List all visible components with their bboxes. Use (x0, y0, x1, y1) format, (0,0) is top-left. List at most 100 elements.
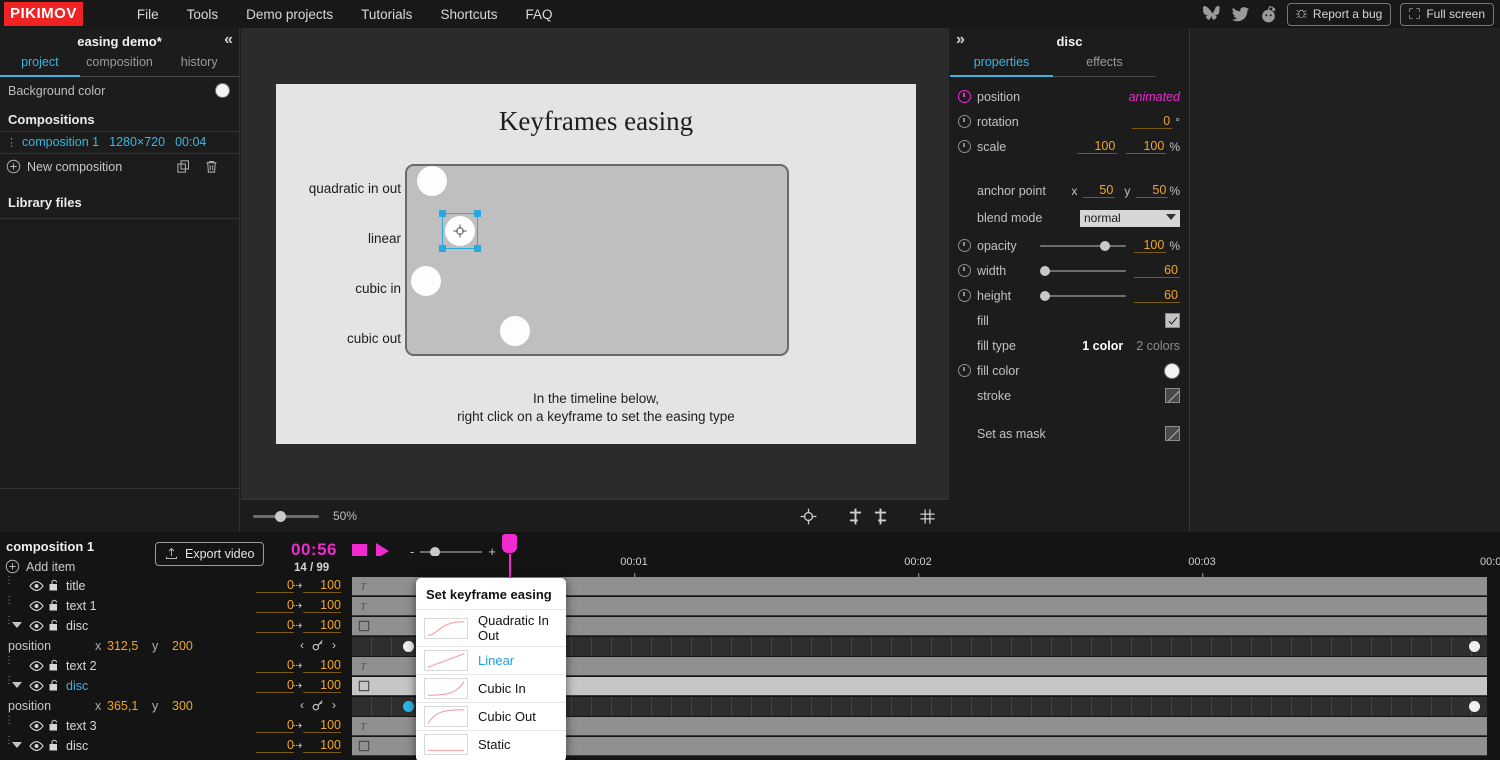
eye-icon[interactable] (29, 720, 44, 732)
opacity-input[interactable]: 100 (1134, 238, 1167, 253)
unlock-icon[interactable] (48, 599, 60, 612)
chevron-double-right-icon[interactable]: » (956, 32, 965, 48)
resize-handle-bl[interactable] (439, 245, 446, 252)
unlock-icon[interactable] (48, 619, 60, 632)
menu-item-shortcuts[interactable]: Shortcuts (426, 2, 511, 27)
distribute-icon[interactable] (871, 507, 890, 526)
width-slider-knob[interactable] (1040, 265, 1050, 276)
unlock-icon[interactable] (48, 579, 60, 592)
layer-name[interactable]: disc (66, 619, 88, 633)
app-logo[interactable]: PIKIMOV (4, 2, 83, 26)
opacity-from[interactable]: 0 (256, 738, 294, 753)
menu-item-file[interactable]: File (123, 2, 173, 27)
opacity-to[interactable]: 100 (303, 578, 341, 593)
height-slider-knob[interactable] (1040, 290, 1050, 301)
timeline-row-disc-2[interactable]: ⋮ disc 0 ⇢ 100 (0, 676, 1500, 696)
easing-option-static[interactable]: Static (416, 730, 566, 758)
resize-handle-tr[interactable] (474, 210, 481, 217)
stroke-swatch[interactable] (1165, 388, 1180, 403)
drag-handle-icon[interactable]: ⋮ (4, 716, 14, 726)
opacity-to[interactable]: 100 (303, 718, 341, 733)
add-item-button[interactable]: Add item (5, 559, 75, 574)
eye-icon[interactable] (29, 620, 44, 632)
grid-icon[interactable] (918, 507, 937, 526)
unlock-icon[interactable] (48, 679, 60, 692)
layer-name[interactable]: disc (66, 739, 88, 753)
disc-cubic-out[interactable] (500, 316, 530, 346)
disc-quadratic-in-out[interactable] (417, 166, 447, 196)
disc-cubic-in[interactable] (411, 266, 441, 296)
menu-item-tools[interactable]: Tools (173, 2, 233, 27)
twitter-icon[interactable] (1231, 5, 1250, 24)
keyframe[interactable] (1469, 700, 1480, 712)
opacity-to[interactable]: 100 (303, 618, 341, 633)
align-icon[interactable] (846, 507, 865, 526)
opacity-to[interactable]: 100 (303, 738, 341, 753)
keyframe-selected[interactable] (403, 700, 414, 712)
opacity-slider-knob[interactable] (1100, 240, 1111, 251)
anchor-point-icon[interactable] (452, 223, 468, 239)
resize-handle-br[interactable] (474, 245, 481, 252)
timeline-row-text-2[interactable]: ⋮ text 2 0 ⇢ 100 T (0, 656, 1500, 676)
playhead-handle[interactable] (502, 534, 517, 553)
fill-color-swatch[interactable] (1164, 362, 1180, 379)
blend-mode-select[interactable]: normal (1080, 209, 1180, 227)
height-slider[interactable] (1040, 290, 1126, 301)
scale-stopwatch-icon[interactable] (958, 140, 971, 153)
menu-item-faq[interactable]: FAQ (511, 2, 566, 27)
add-keyframe-icon[interactable] (311, 699, 325, 712)
timeline-row-text-1[interactable]: ⋮ text 1 0 ⇢ 100 T (0, 596, 1500, 616)
eye-icon[interactable] (29, 680, 44, 692)
position-x-value[interactable]: 312,5 (107, 639, 138, 653)
opacity-stopwatch-icon[interactable] (958, 239, 971, 252)
resize-handle-tl[interactable] (439, 210, 446, 217)
next-keyframe-button[interactable]: › (332, 638, 336, 652)
opacity-from[interactable]: 0 (256, 578, 294, 593)
drag-handle-icon[interactable]: ⋮ (4, 656, 14, 666)
prev-keyframe-button[interactable]: ‹ (300, 638, 304, 652)
canvas-zoom-knob[interactable] (275, 510, 286, 522)
opacity-to[interactable]: 100 (303, 598, 341, 613)
export-video-button[interactable]: Export video (155, 542, 265, 566)
layer-name[interactable]: text 1 (66, 599, 97, 613)
timeline-row-text-3[interactable]: ⋮ text 3 0 ⇢ 100 T (0, 716, 1500, 736)
timeline-zoom-knob[interactable] (430, 546, 441, 557)
timeline-row-disc-3[interactable]: ⋮ disc 0 ⇢ 100 (0, 736, 1500, 756)
expand-triangle-icon[interactable] (12, 682, 22, 688)
unlock-icon[interactable] (48, 719, 60, 732)
opacity-slider[interactable] (1040, 240, 1127, 251)
opacity-from[interactable]: 0 (256, 718, 294, 733)
easing-option-cubic-in[interactable]: Cubic In (416, 674, 566, 702)
timeline-row-disc-1[interactable]: ⋮ disc 0 ⇢ 100 (0, 616, 1500, 636)
opacity-to[interactable]: 100 (303, 658, 341, 673)
opacity-from[interactable]: 0 (256, 658, 294, 673)
set-as-mask-checkbox[interactable] (1165, 426, 1180, 441)
easing-option-cubic-out[interactable]: Cubic Out (416, 702, 566, 730)
preview-stage[interactable]: Keyframes easing quadratic in out linear… (276, 84, 916, 444)
eye-icon[interactable] (29, 740, 44, 752)
tab-history[interactable]: history (159, 55, 240, 77)
timeline-ruler[interactable]: 00:01 00:02 00:03 00:0 (350, 556, 1500, 578)
layer-name[interactable]: text 2 (66, 659, 97, 673)
width-slider[interactable] (1040, 265, 1126, 276)
scale-y-input[interactable]: 100 (1126, 139, 1167, 154)
add-keyframe-icon[interactable] (311, 639, 325, 652)
next-keyframe-button[interactable]: › (332, 698, 336, 712)
unlock-icon[interactable] (48, 659, 60, 672)
position-y-value[interactable]: 300 (172, 699, 193, 713)
layer-name[interactable]: title (66, 579, 85, 593)
fill-type-one-color[interactable]: 1 color (1082, 339, 1123, 353)
position-stopwatch-icon[interactable] (958, 90, 971, 103)
drag-handle-icon[interactable]: ⋮ (4, 596, 14, 606)
reddit-icon[interactable] (1259, 5, 1278, 24)
height-input[interactable]: 60 (1134, 288, 1180, 303)
canvas-zoom-slider[interactable] (253, 510, 319, 522)
rotation-stopwatch-icon[interactable] (958, 115, 971, 128)
tab-effects[interactable]: effects (1053, 55, 1156, 77)
expand-triangle-icon[interactable] (12, 622, 22, 628)
canvas-area[interactable]: Keyframes easing quadratic in out linear… (241, 28, 949, 532)
timeline-row-title[interactable]: ⋮ title 0 ⇢ 100 T (0, 576, 1500, 596)
expand-triangle-icon[interactable] (12, 742, 22, 748)
opacity-from[interactable]: 0 (256, 618, 294, 633)
bluesky-icon[interactable] (1202, 5, 1222, 24)
